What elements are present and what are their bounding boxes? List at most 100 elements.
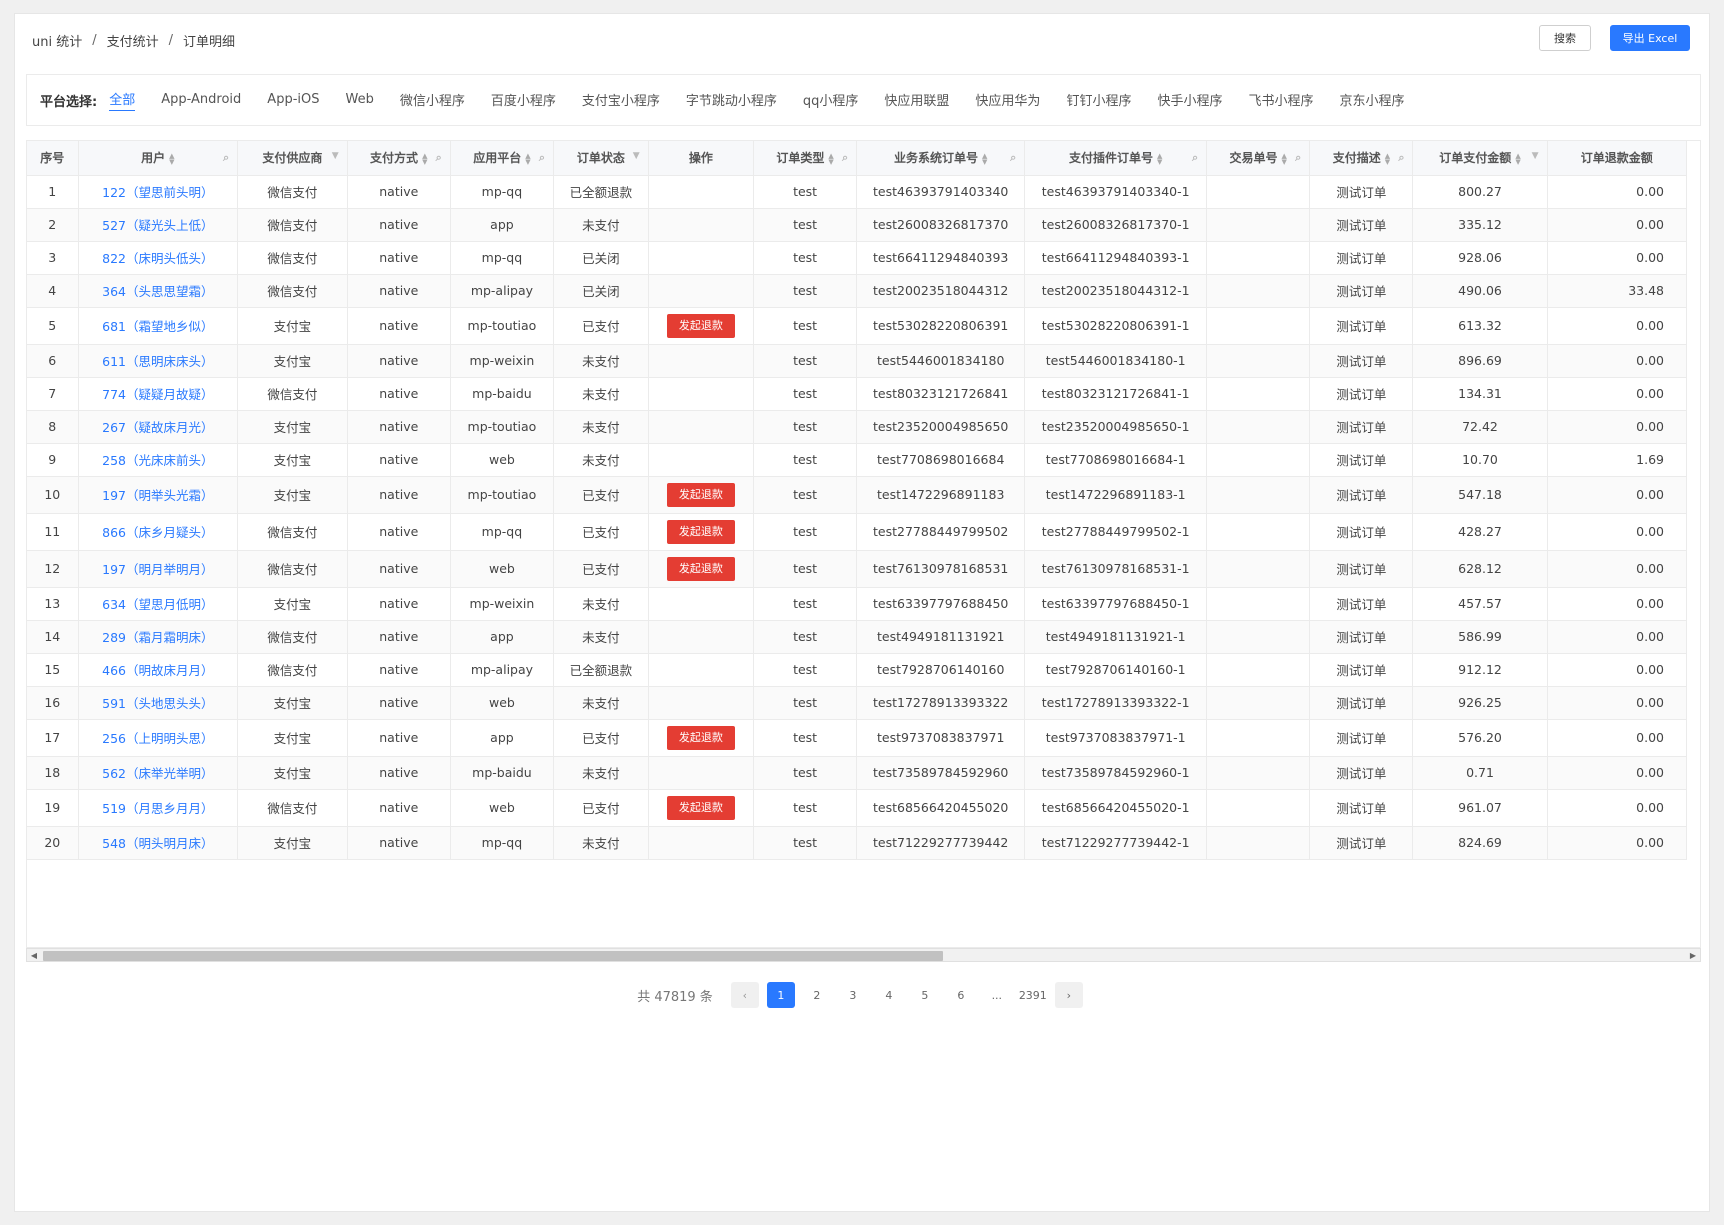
scroll-right-arrow-icon[interactable]: ▶ <box>1686 949 1700 961</box>
sort-icon[interactable]: ▲ ▼ <box>1282 152 1287 165</box>
sort-icon[interactable]: ▲ ▼ <box>1157 152 1162 165</box>
user-link[interactable]: 548（明头明月床） <box>102 836 213 851</box>
breadcrumb-item-pay-stat[interactable]: 支付统计 <box>107 31 159 50</box>
search-icon[interactable]: ⌕ <box>436 151 442 165</box>
user-link[interactable]: 866（床乡月疑头） <box>102 525 213 540</box>
page-button[interactable]: 5 <box>911 982 939 1008</box>
column-header[interactable]: 业务系统订单号 ▲ ▼ ⌕ <box>856 141 1026 176</box>
cell-pay: 428.27 <box>1412 513 1548 551</box>
user-link[interactable]: 466（明故床月月） <box>102 663 213 678</box>
user-link[interactable]: 822（床明头低头） <box>102 251 213 266</box>
platform-option[interactable]: Web <box>345 92 373 109</box>
page-button[interactable]: 2 <box>803 982 831 1008</box>
search-icon[interactable]: ⌕ <box>1398 151 1404 165</box>
sort-icon[interactable]: ▲ ▼ <box>1385 152 1390 165</box>
cell-platform: web <box>450 550 555 588</box>
cell-status: 已支付 <box>553 476 649 514</box>
cell-action <box>648 443 755 477</box>
platform-option[interactable]: 京东小程序 <box>1339 90 1404 111</box>
user-link[interactable]: 122（望思前头明） <box>102 185 213 200</box>
search-icon[interactable]: ⌕ <box>223 151 229 165</box>
platform-option[interactable]: 快应用联盟 <box>884 90 949 111</box>
platform-option[interactable]: qq小程序 <box>803 90 859 111</box>
platform-option[interactable]: 全部 <box>109 89 136 111</box>
user-link[interactable]: 774（疑疑月故疑） <box>102 387 213 402</box>
column-header[interactable]: 操作 <box>648 141 755 176</box>
search-icon[interactable]: ⌕ <box>1010 151 1016 165</box>
scrollbar-thumb[interactable] <box>43 951 943 961</box>
column-header[interactable]: 应用平台 ▲ ▼ ⌕ <box>450 141 555 176</box>
sort-icon[interactable]: ▲ ▼ <box>1515 152 1520 165</box>
sort-icon[interactable]: ▲ ▼ <box>169 152 174 165</box>
platform-option[interactable]: 支付宝小程序 <box>582 90 660 111</box>
platform-option[interactable]: 微信小程序 <box>400 90 465 111</box>
search-icon[interactable]: ⌕ <box>539 151 545 165</box>
platform-option[interactable]: App-iOS <box>267 92 319 109</box>
refund-button[interactable]: 发起退款 <box>666 313 735 338</box>
filter-icon[interactable]: ▼ <box>332 151 339 161</box>
column-header[interactable]: 支付描述 ▲ ▼ ⌕ <box>1309 141 1414 176</box>
user-link[interactable]: 591（头地思头头） <box>102 696 213 711</box>
column-header[interactable]: 支付插件订单号 ▲ ▼ ⌕ <box>1024 141 1208 176</box>
sort-icon[interactable]: ▲ ▼ <box>422 152 427 165</box>
refund-button[interactable]: 发起退款 <box>666 725 735 750</box>
platform-option[interactable]: 钉钉小程序 <box>1066 90 1131 111</box>
user-link[interactable]: 197（明月举明月） <box>102 562 213 577</box>
filter-icon[interactable]: ▼ <box>1532 151 1539 161</box>
column-header[interactable]: 交易单号 ▲ ▼ ⌕ <box>1206 141 1311 176</box>
filter-icon[interactable]: ▼ <box>633 151 640 161</box>
refund-button[interactable]: 发起退款 <box>666 519 735 544</box>
refund-button[interactable]: 发起退款 <box>666 482 735 507</box>
page-button[interactable]: 3 <box>839 982 867 1008</box>
cell-platform: mp-baidu <box>450 756 555 790</box>
platform-option[interactable]: 快手小程序 <box>1157 90 1222 111</box>
user-link[interactable]: 289（霜月霜明床） <box>102 630 213 645</box>
platform-option[interactable]: 百度小程序 <box>491 90 556 111</box>
user-link[interactable]: 634（望思月低明） <box>102 597 213 612</box>
cell-platform: mp-qq <box>450 826 555 860</box>
cell-platform: mp-toutiao <box>450 410 555 444</box>
column-header[interactable]: 支付供应商 ▼ <box>237 141 348 176</box>
page-button[interactable]: 4 <box>875 982 903 1008</box>
page-button[interactable]: 1 <box>766 982 795 1008</box>
platform-option[interactable]: 快应用华为 <box>975 90 1040 111</box>
user-link[interactable]: 364（头思思望霜） <box>102 284 213 299</box>
user-link[interactable]: 519（月思乡月月） <box>102 801 213 816</box>
sort-icon[interactable]: ▲ ▼ <box>828 152 833 165</box>
user-link[interactable]: 562（床举光举明） <box>102 766 213 781</box>
chevron-right-icon[interactable]: › <box>1054 982 1083 1008</box>
chevron-left-icon[interactable]: ‹ <box>730 982 759 1008</box>
search-icon[interactable]: ⌕ <box>1295 151 1301 165</box>
platform-option[interactable]: 字节跳动小程序 <box>686 90 777 111</box>
user-link[interactable]: 258（光床床前头） <box>102 453 213 468</box>
column-header[interactable]: 订单支付金额 ▲ ▼ ▼ <box>1412 141 1548 176</box>
scroll-left-arrow-icon[interactable]: ◀ <box>27 949 41 961</box>
breadcrumb-item-uni-stat[interactable]: uni 统计 <box>32 31 82 50</box>
column-header[interactable]: 订单类型 ▲ ▼ ⌕ <box>753 141 858 176</box>
user-link[interactable]: 611（思明床床头） <box>102 354 213 369</box>
refund-button[interactable]: 发起退款 <box>666 556 735 581</box>
user-link[interactable]: 197（明举头光霜） <box>102 488 213 503</box>
column-header[interactable]: 订单退款金额 <box>1547 141 1688 176</box>
page-button[interactable]: 6 <box>947 982 975 1008</box>
platform-option[interactable]: App-Android <box>161 92 241 109</box>
user-link[interactable]: 681（霜望地乡似） <box>102 319 213 334</box>
user-link[interactable]: 256（上明明头思） <box>102 731 213 746</box>
page-button[interactable]: 2391 <box>1019 982 1047 1008</box>
column-header[interactable]: 用户 ▲ ▼ ⌕ <box>78 141 239 176</box>
search-icon[interactable]: ⌕ <box>1192 151 1198 165</box>
column-header[interactable]: 支付方式 ▲ ▼ ⌕ <box>347 141 451 176</box>
horizontal-scrollbar[interactable]: ◀ ▶ <box>26 948 1701 962</box>
column-header[interactable]: 订单状态 ▼ <box>553 141 649 176</box>
sort-icon[interactable]: ▲ ▼ <box>525 152 530 165</box>
search-button[interactable]: 搜索 <box>1539 25 1591 51</box>
platform-option[interactable]: 飞书小程序 <box>1248 90 1313 111</box>
cell-refund-amt: 0.00 <box>1547 756 1688 790</box>
column-header[interactable]: 序号 <box>27 141 79 176</box>
refund-button[interactable]: 发起退款 <box>666 795 735 820</box>
export-excel-button[interactable]: 导出 Excel <box>1610 25 1690 51</box>
user-link[interactable]: 267（疑故床月光） <box>102 420 213 435</box>
user-link[interactable]: 527（疑光头上低） <box>102 218 213 233</box>
search-icon[interactable]: ⌕ <box>842 151 848 165</box>
sort-icon[interactable]: ▲ ▼ <box>982 152 987 165</box>
